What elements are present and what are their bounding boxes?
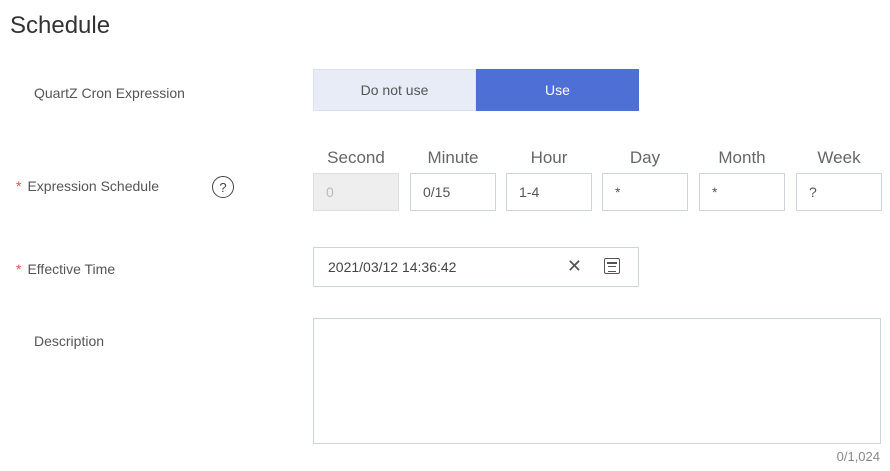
col-header-hour: Hour <box>530 148 568 167</box>
section-title: Schedule <box>10 12 111 39</box>
character-counter: 0/1,024 <box>836 449 880 464</box>
toggle-use[interactable]: Use <box>476 69 639 111</box>
col-header-month: Month <box>718 148 766 167</box>
description-label: Description <box>34 333 105 349</box>
effective-time-text: Effective Time <box>27 261 116 277</box>
description-textarea[interactable] <box>313 318 881 444</box>
month-field[interactable]: * <box>699 173 785 211</box>
col-header-second: Second <box>327 148 385 167</box>
effective-time-label: * Effective Time <box>16 261 115 277</box>
effective-time-picker[interactable]: 2021/03/12 14:36:42 ✕ <box>313 247 639 287</box>
expression-schedule-text: Expression Schedule <box>27 178 159 194</box>
col-header-week: Week <box>817 148 861 167</box>
required-mark: * <box>16 178 22 194</box>
expression-schedule-label: * Expression Schedule <box>16 178 159 194</box>
minute-field[interactable]: 0/15 <box>410 173 496 211</box>
quartz-toggle: Do not use Use <box>313 69 639 111</box>
help-icon[interactable]: ? <box>212 176 234 198</box>
clear-icon[interactable]: ✕ <box>567 256 582 277</box>
col-header-day: Day <box>629 148 661 167</box>
effective-time-value: 2021/03/12 14:36:42 <box>328 259 457 275</box>
required-mark: * <box>16 261 22 277</box>
hour-field[interactable]: 1-4 <box>506 173 592 211</box>
toggle-do-not-use[interactable]: Do not use <box>313 69 476 111</box>
week-field[interactable]: ? <box>796 173 882 211</box>
calendar-icon[interactable] <box>604 258 620 274</box>
second-field: 0 <box>313 173 399 211</box>
quartz-cron-label: QuartZ Cron Expression <box>34 85 185 101</box>
col-header-minute: Minute <box>427 148 479 167</box>
day-field[interactable]: * <box>602 173 688 211</box>
